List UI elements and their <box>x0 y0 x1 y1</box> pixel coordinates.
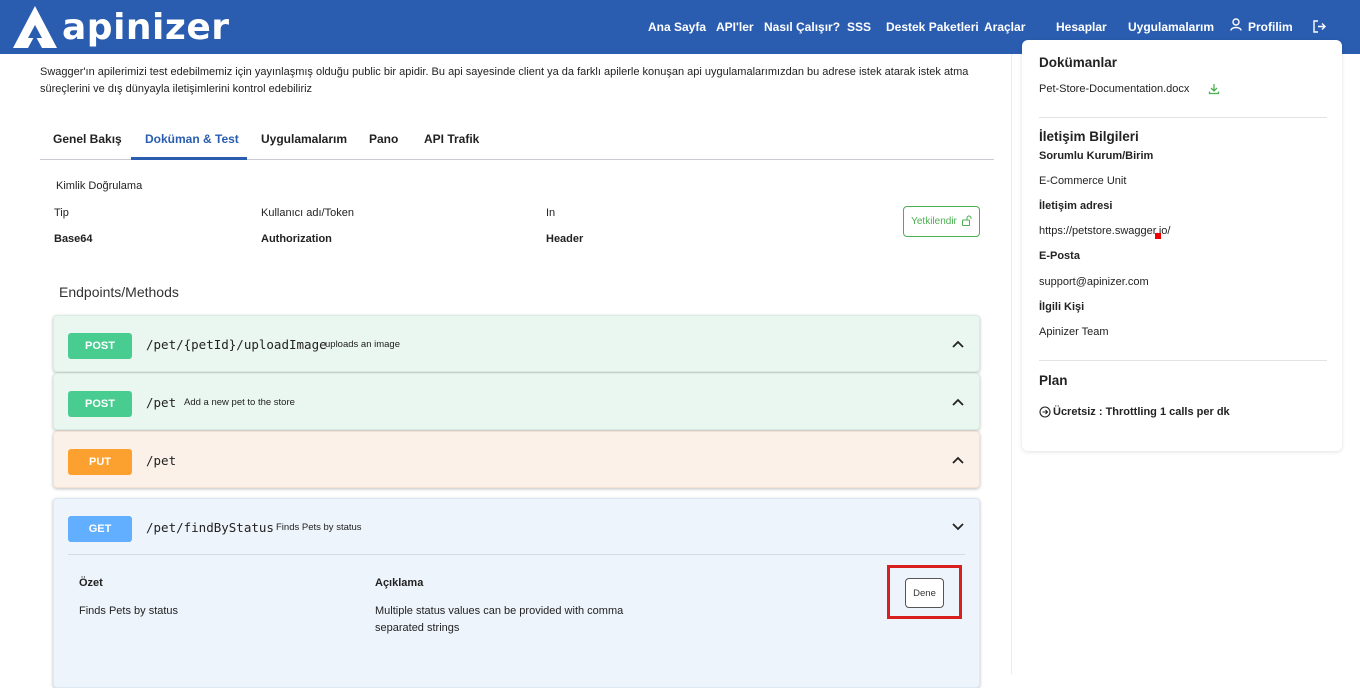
description-line: separated strings <box>375 622 460 634</box>
auth-in-label: In <box>546 207 556 219</box>
api-tabs: Genel Bakış Doküman & Test Uygulamalarım… <box>40 120 994 160</box>
chevron-up-icon[interactable] <box>951 453 965 467</box>
apinizer-logo-icon <box>13 6 57 48</box>
operation-summary: Finds Pets by status <box>276 522 362 533</box>
operation-path: /pet/{petId}/uploadImage <box>146 337 327 352</box>
operation-get-find-by-status: GET /pet/findByStatus Finds Pets by stat… <box>53 498 980 688</box>
contact-email-value[interactable]: support@apinizer.com <box>1039 276 1149 288</box>
documents-title: Dokümanlar <box>1039 55 1118 70</box>
operation-put-pet: PUT /pet <box>53 431 980 488</box>
auth-type-label: Tip <box>54 207 69 219</box>
divider <box>1039 360 1327 361</box>
contact-address-value[interactable]: https://petstore.swagger.io/ <box>1039 225 1170 237</box>
chevron-down-icon[interactable] <box>951 520 965 534</box>
operation-path: /pet <box>146 395 177 410</box>
brand-logo[interactable]: apinizer <box>12 4 230 50</box>
summary-heading: Özet <box>79 577 103 589</box>
nav-accounts[interactable]: Hesaplar <box>1056 20 1107 34</box>
operation-post-pet: POST /pet Add a new pet to the store <box>53 373 980 430</box>
operation-post-upload-image: POST /pet/{petId}/uploadImage uploads an… <box>53 315 980 372</box>
user-icon <box>1230 18 1242 36</box>
contact-title: İletişim Bilgileri <box>1039 129 1139 144</box>
nav-profile[interactable]: Profilim <box>1248 20 1293 34</box>
description-heading: Açıklama <box>375 577 424 589</box>
operation-details: Özet Finds Pets by status Açıklama Multi… <box>68 554 965 676</box>
operation-summary: Add a new pet to the store <box>184 397 295 408</box>
nav-faq[interactable]: SSS <box>847 20 871 34</box>
operation-header[interactable]: POST /pet/{petId}/uploadImage uploads an… <box>54 316 979 371</box>
description-text: Multiple status values can be provided w… <box>375 603 623 637</box>
api-description: Swagger'ın apilerimizi test edebilmemiz … <box>40 66 969 95</box>
operation-path: /pet <box>146 453 177 468</box>
unlock-icon <box>961 215 972 229</box>
method-badge: GET <box>68 516 132 542</box>
nav-apis[interactable]: API'ler <box>716 20 754 34</box>
chevron-up-icon[interactable] <box>951 395 965 409</box>
tab-documentation-test[interactable]: Doküman & Test <box>145 132 239 146</box>
nav-how-it-works[interactable]: Nasıl Çalışır? <box>764 20 840 34</box>
summary-text: Finds Pets by status <box>79 605 179 617</box>
auth-section-title: Kimlik Doğrulama <box>56 180 143 192</box>
auth-type-value: Base64 <box>54 233 93 245</box>
logout-icon[interactable] <box>1312 20 1326 38</box>
endpoints-title: Endpoints/Methods <box>59 284 179 300</box>
operation-header[interactable]: GET /pet/findByStatus Finds Pets by stat… <box>54 499 979 554</box>
tab-api-traffic[interactable]: API Trafik <box>424 132 479 146</box>
method-badge: POST <box>68 391 132 417</box>
method-badge: PUT <box>68 449 132 475</box>
auth-token-label: Kullanıcı adı/Token <box>261 207 354 219</box>
nav-support-packages[interactable]: Destek Paketleri <box>886 20 979 34</box>
auth-token-value: Authorization <box>261 233 332 245</box>
plan-title: Plan <box>1039 373 1068 388</box>
api-info-card <box>1022 40 1342 451</box>
description-line: Multiple status values can be provided w… <box>375 605 624 617</box>
contact-email-label: E-Posta <box>1039 250 1080 262</box>
tab-overview[interactable]: Genel Bakış <box>53 132 122 146</box>
contact-person-value: Apinizer Team <box>1039 326 1109 338</box>
chevron-up-icon[interactable] <box>951 337 965 351</box>
operation-path: /pet/findByStatus <box>146 520 274 535</box>
try-it-button[interactable]: Dene <box>905 578 944 608</box>
cursor-marker <box>1155 233 1161 239</box>
column-divider <box>1011 54 1012 674</box>
operation-header[interactable]: PUT /pet <box>54 432 979 487</box>
document-link[interactable]: Pet-Store-Documentation.docx <box>1039 83 1189 95</box>
divider <box>1039 117 1327 118</box>
contact-address-label: İletişim adresi <box>1039 200 1113 212</box>
brand-name: apinizer <box>62 6 230 48</box>
active-tab-indicator <box>131 157 247 160</box>
contact-person-label: İlgili Kişi <box>1039 301 1085 313</box>
operation-header[interactable]: POST /pet Add a new pet to the store <box>54 374 979 429</box>
arrow-circle-icon <box>1039 405 1051 423</box>
contact-unit-value: E-Commerce Unit <box>1039 175 1127 187</box>
plan-text: Ücretsiz : Throttling 1 calls per dk <box>1053 406 1230 418</box>
authorize-label: Yetkilendir <box>911 216 957 227</box>
download-icon[interactable] <box>1208 82 1220 100</box>
operation-summary: uploads an image <box>325 339 400 350</box>
nav-tools[interactable]: Araçlar <box>984 20 1025 34</box>
tab-my-apps[interactable]: Uygulamalarım <box>261 132 347 146</box>
contact-unit-label: Sorumlu Kurum/Birim <box>1039 150 1154 162</box>
authorize-button[interactable]: Yetkilendir <box>903 206 980 237</box>
highlight-box: Dene <box>887 565 962 619</box>
tab-dashboard[interactable]: Pano <box>369 132 398 146</box>
nav-home[interactable]: Ana Sayfa <box>648 20 706 34</box>
auth-in-value: Header <box>546 233 584 245</box>
method-badge: POST <box>68 333 132 359</box>
nav-my-apps[interactable]: Uygulamalarım <box>1128 20 1214 34</box>
